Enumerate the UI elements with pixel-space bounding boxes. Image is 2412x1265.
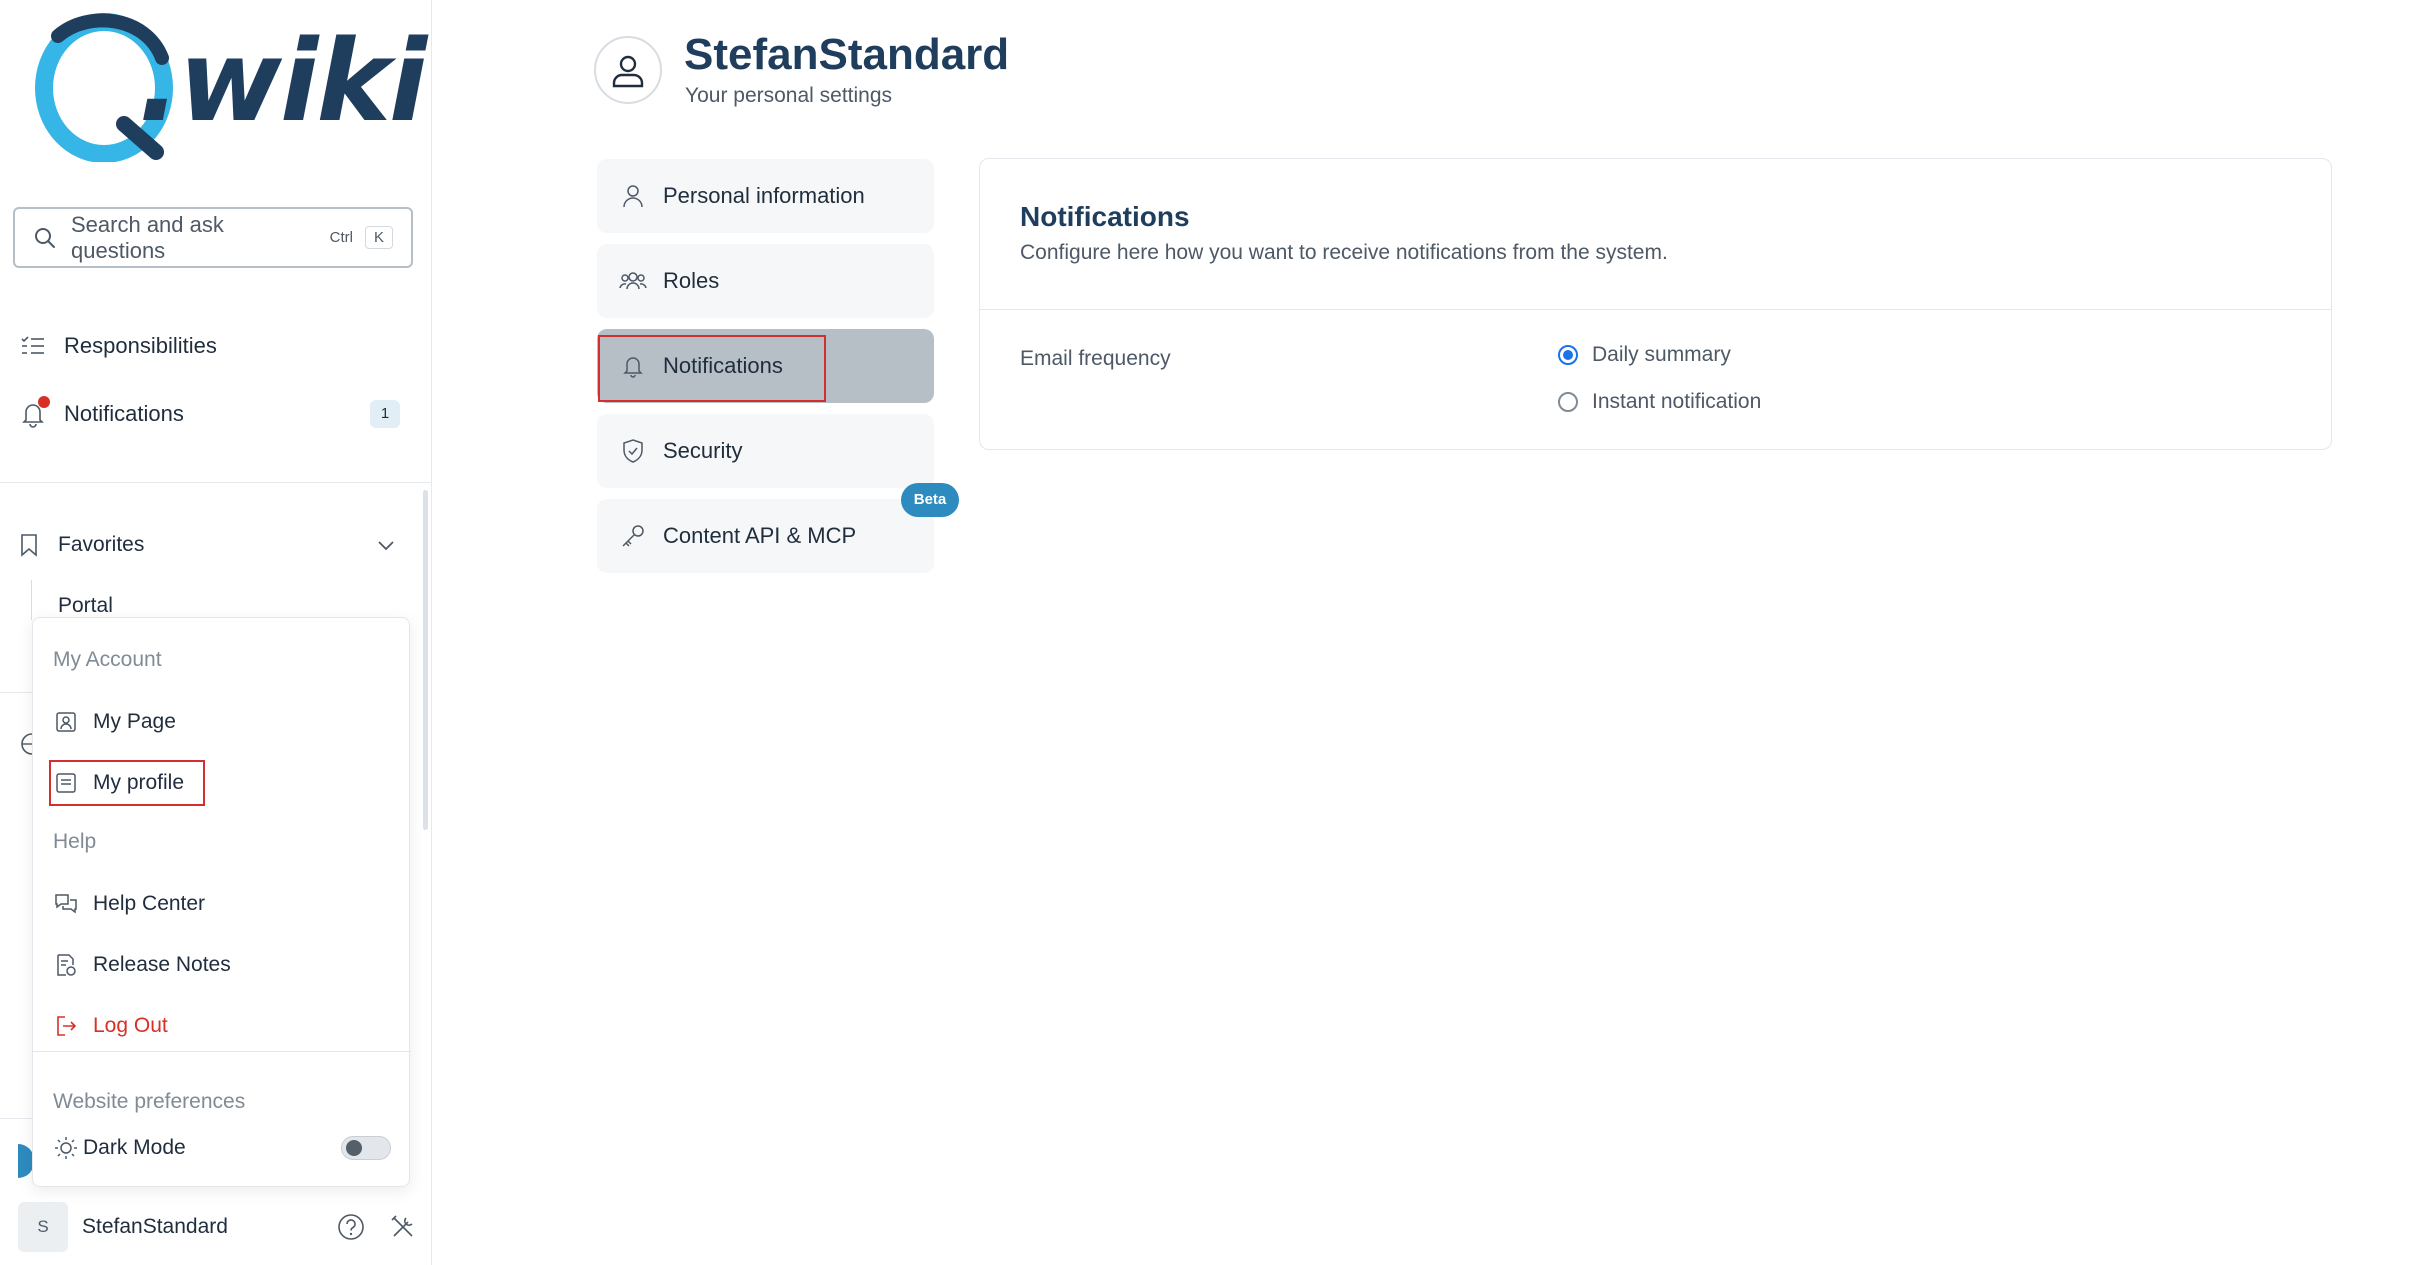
beta-badge: Beta [901,483,959,517]
menu-item-my-page[interactable]: My Page [53,702,176,742]
favorites-label: Favorites [58,533,145,556]
tab-label: Personal information [663,183,865,208]
favorites-header[interactable]: Favorites [18,522,398,568]
shortcut-key: K [364,226,393,249]
menu-item-label: Log Out [93,1014,168,1037]
radio-label: Instant notification [1592,390,1762,413]
search-box[interactable]: Search and ask questions Ctrl K [13,207,413,268]
qwiki-logo[interactable]: .wiki [28,6,427,162]
help-icon[interactable] [336,1212,366,1242]
tab-content-api-mcp[interactable]: Content API & MCP [597,499,934,573]
panel-description: Configure here how you want to receive n… [1020,241,1668,264]
tab-label: Content API & MCP [663,523,857,548]
list-check-icon [18,331,48,361]
people-icon [619,267,647,295]
sidebar-item-responsibilities[interactable]: Responsibilities [18,322,408,370]
menu-item-label: Dark Mode [83,1136,186,1159]
tab-label: Roles [663,268,720,293]
notifications-panel: Notifications Configure here how you wan… [979,158,2332,450]
sidebar-scrollbar[interactable] [423,490,428,830]
menu-item-label: My Page [93,710,176,733]
radio-indicator[interactable] [1558,392,1578,412]
menu-item-release-notes[interactable]: Release Notes [53,945,231,985]
radio-instant-notification[interactable]: Instant notification [1558,390,1761,414]
radio-indicator[interactable] [1558,345,1578,365]
radio-daily-summary[interactable]: Daily summary [1558,343,1731,367]
divider [980,309,2331,310]
menu-section-help: Help [53,830,97,853]
unread-dot [38,396,50,408]
page-title: StefanStandard [684,30,1010,79]
user-bar: S StefanStandard [18,1202,418,1252]
dark-mode-toggle[interactable] [341,1136,391,1160]
person-icon [612,55,644,88]
person-icon [619,182,647,210]
profile-avatar [594,36,662,104]
tree-line [31,580,32,620]
favorite-item-portal[interactable]: Portal [58,594,113,618]
logout-icon [53,1013,79,1039]
page-subtitle: Your personal settings [685,84,893,107]
key-icon [619,522,647,550]
logo-text: .wiki [138,17,427,147]
bookmark-icon [18,532,40,558]
menu-item-dark-mode: Dark Mode [53,1128,186,1168]
divider [33,1051,411,1052]
tools-icon[interactable] [388,1212,418,1242]
toggle-knob [346,1140,362,1156]
panel-title: Notifications [1020,201,1190,232]
menu-section-my-account: My Account [53,648,162,671]
bell-icon [18,396,50,429]
portrait-icon [53,709,79,735]
menu-item-label: Release Notes [93,953,231,976]
search-icon [35,227,55,248]
account-menu: My Account My Page My profile Help Help … [32,617,411,1187]
sun-icon [53,1135,79,1161]
email-frequency-label: Email frequency [1020,347,1171,370]
shield-icon [619,437,647,465]
chat-bubbles-icon [53,891,79,917]
divider [0,482,432,483]
user-name[interactable]: StefanStandard [82,1215,314,1239]
avatar[interactable]: S [18,1202,68,1252]
chevron-down-icon[interactable] [374,533,398,557]
menu-section-website-preferences: Website preferences [53,1090,246,1113]
shortcut-mod: Ctrl [329,229,353,246]
highlight-box [598,335,826,402]
menu-item-log-out[interactable]: Log Out [53,1006,168,1046]
tab-label: Security [663,438,743,463]
tab-personal-information[interactable]: Personal information [597,159,934,233]
tab-security[interactable]: Security [597,414,934,488]
sidebar-item-label: Notifications [64,401,184,426]
radio-label: Daily summary [1592,343,1731,366]
menu-item-help-center[interactable]: Help Center [53,884,205,924]
tab-roles[interactable]: Roles [597,244,934,318]
highlight-box [49,760,205,806]
sidebar-item-notifications[interactable]: Notifications 1 [18,390,408,438]
notification-count-badge: 1 [370,400,400,428]
document-gear-icon [53,952,79,978]
search-placeholder: Search and ask questions [71,211,224,263]
menu-item-label: Help Center [93,892,206,915]
sidebar-item-label: Responsibilities [64,333,217,358]
